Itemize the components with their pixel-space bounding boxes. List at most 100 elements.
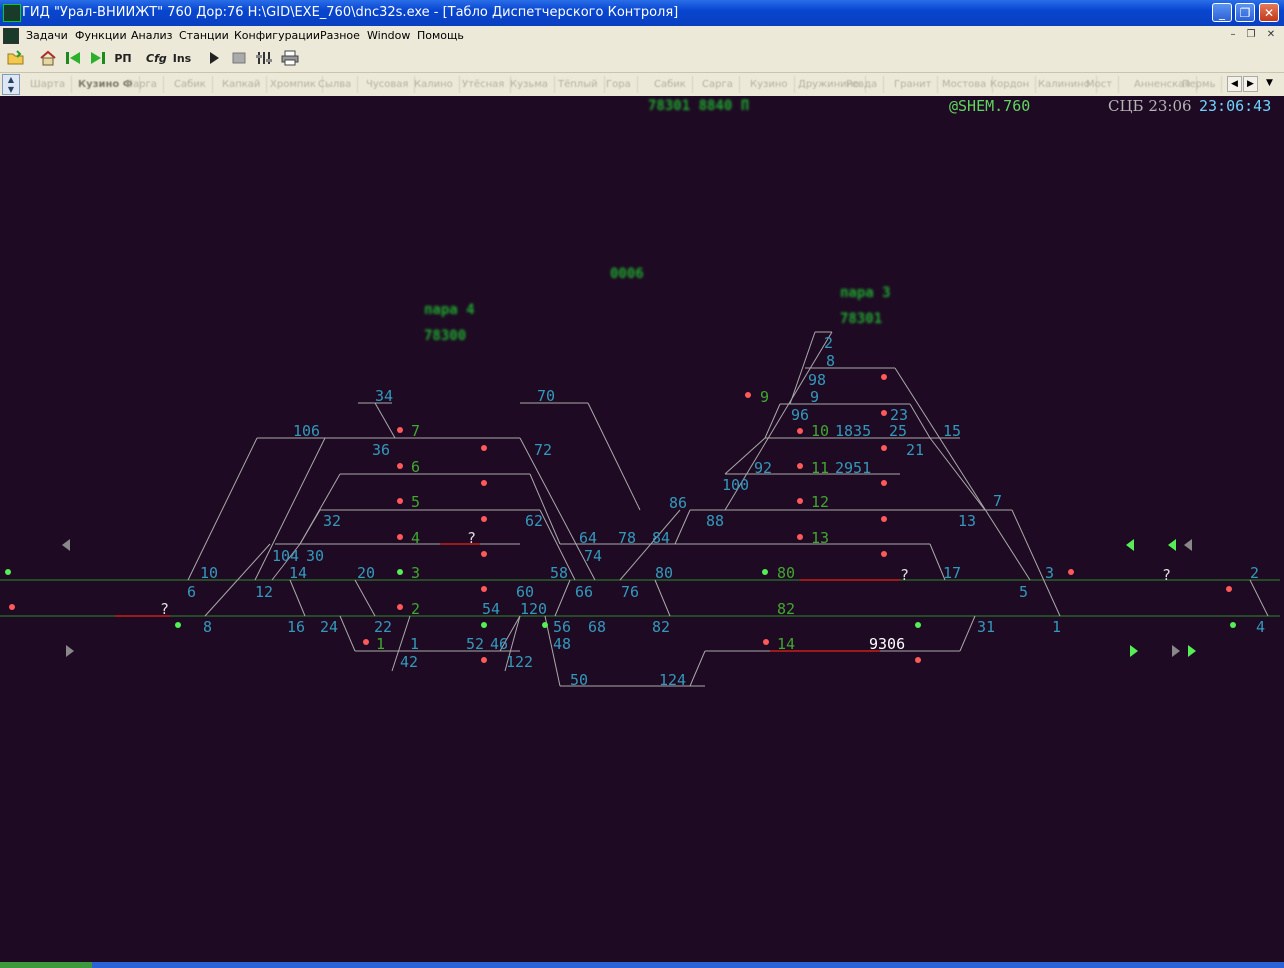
- arrow-right-icon[interactable]: [1188, 645, 1196, 657]
- signal-red-icon[interactable]: [915, 657, 921, 663]
- station-tab[interactable]: Ревда: [840, 76, 885, 93]
- signal-red-icon[interactable]: [481, 480, 487, 486]
- arrow-left-icon[interactable]: [62, 539, 70, 551]
- signal-red-icon[interactable]: [881, 445, 887, 451]
- arrow-right-icon[interactable]: [66, 645, 74, 657]
- signal-green-icon[interactable]: [397, 569, 403, 575]
- signal-green-icon[interactable]: [5, 569, 11, 575]
- menu-misc[interactable]: Разное: [320, 29, 360, 42]
- stop-icon[interactable]: [229, 50, 249, 68]
- station-tab[interactable]: Калино: [408, 76, 460, 93]
- signal-green-icon[interactable]: [762, 569, 768, 575]
- folder-open-icon[interactable]: [6, 50, 26, 68]
- tools-icon[interactable]: [254, 50, 274, 68]
- arrow-left-icon[interactable]: [1126, 539, 1134, 551]
- station-tab[interactable]: Гранит: [888, 76, 939, 93]
- skip-forward-icon[interactable]: [88, 50, 108, 68]
- station-tab[interactable]: Сарга: [696, 76, 740, 93]
- station-tab[interactable]: Сабик: [168, 76, 213, 93]
- close-button[interactable]: ✕: [1259, 3, 1279, 22]
- menu-configurations[interactable]: Конфигурации: [234, 29, 320, 42]
- signal-red-icon[interactable]: [797, 428, 803, 434]
- station-tab[interactable]: Сылва: [312, 76, 359, 93]
- signal-red-icon[interactable]: [481, 657, 487, 663]
- signal-red-icon[interactable]: [397, 534, 403, 540]
- switch-number: 76: [621, 583, 639, 601]
- signal-red-icon[interactable]: [881, 410, 887, 416]
- track-number: 10: [811, 422, 829, 440]
- signal-red-icon[interactable]: [881, 516, 887, 522]
- track-schema: 34 7010636 7232 62104 30647478 84868810092969…: [0, 331, 1280, 689]
- start-button[interactable]: [0, 962, 92, 968]
- signal-red-icon[interactable]: [745, 392, 751, 398]
- tabs-prev-icon[interactable]: ◀: [1227, 76, 1242, 92]
- tabs-dropdown-icon[interactable]: ▼: [1262, 76, 1277, 92]
- menu-stations[interactable]: Станции: [179, 29, 229, 42]
- tab-scroll-updown-icon[interactable]: ▲ ▼: [2, 74, 20, 95]
- tabs-next-icon[interactable]: ▶: [1243, 76, 1258, 92]
- station-tab[interactable]: Пермь: [1176, 76, 1223, 93]
- switch-number: 13: [958, 512, 976, 530]
- signal-red-icon[interactable]: [397, 427, 403, 433]
- station-tab[interactable]: Мост: [1080, 76, 1120, 93]
- station-tab[interactable]: Тёплый: [552, 76, 605, 93]
- cfg-button[interactable]: Cfg: [146, 50, 167, 68]
- mdi-document-icon[interactable]: [3, 28, 19, 44]
- signal-green-icon[interactable]: [915, 622, 921, 628]
- print-icon[interactable]: [280, 50, 300, 68]
- signal-red-icon[interactable]: [397, 498, 403, 504]
- mdi-minimize-button[interactable]: –: [1226, 28, 1240, 42]
- signal-red-icon[interactable]: [481, 516, 487, 522]
- signal-red-icon[interactable]: [481, 586, 487, 592]
- signal-red-icon[interactable]: [763, 639, 769, 645]
- track-number: 13: [811, 529, 829, 547]
- rp-button[interactable]: РП: [113, 50, 133, 68]
- station-tab[interactable]: Гора: [600, 76, 638, 93]
- station-tab[interactable]: Сарга: [120, 76, 164, 93]
- mdi-restore-button[interactable]: ❐: [1244, 28, 1258, 42]
- station-tab[interactable]: Кузино: [744, 76, 795, 93]
- arrow-right-icon[interactable]: [1172, 645, 1180, 657]
- switch-number: 2: [824, 334, 833, 352]
- menu-window[interactable]: Window: [367, 29, 410, 42]
- signal-red-icon[interactable]: [797, 463, 803, 469]
- signal-red-icon[interactable]: [797, 534, 803, 540]
- menu-analysis[interactable]: Анализ: [131, 29, 173, 42]
- menu-tasks[interactable]: Задачи: [26, 29, 68, 42]
- signal-red-icon[interactable]: [797, 498, 803, 504]
- signal-red-icon[interactable]: [881, 374, 887, 380]
- signal-red-icon[interactable]: [363, 639, 369, 645]
- station-tab[interactable]: Кордон: [984, 76, 1037, 93]
- menu-functions[interactable]: Функции: [75, 29, 127, 42]
- arrow-left-icon[interactable]: [1184, 539, 1192, 551]
- signal-red-icon[interactable]: [397, 604, 403, 610]
- arrow-left-icon[interactable]: [1168, 539, 1176, 551]
- skip-back-icon[interactable]: [63, 50, 83, 68]
- signal-red-icon[interactable]: [481, 551, 487, 557]
- mdi-close-button[interactable]: ✕: [1264, 28, 1278, 42]
- station-tab[interactable]: Шарта: [24, 76, 73, 93]
- signal-red-icon[interactable]: [481, 445, 487, 451]
- signal-green-icon[interactable]: [481, 622, 487, 628]
- track-number: 14: [777, 635, 795, 653]
- home-icon[interactable]: [38, 50, 58, 68]
- signal-red-icon[interactable]: [881, 480, 887, 486]
- signal-red-icon[interactable]: [397, 463, 403, 469]
- maximize-button[interactable]: ❐: [1235, 3, 1255, 22]
- arrow-right-icon[interactable]: [1130, 645, 1138, 657]
- menu-help[interactable]: Помощь: [417, 29, 464, 42]
- play-icon[interactable]: [204, 50, 224, 68]
- signal-red-icon[interactable]: [1068, 569, 1074, 575]
- signal-green-icon[interactable]: [1230, 622, 1236, 628]
- station-tab[interactable]: Кузьма: [504, 76, 555, 93]
- station-tab[interactable]: Утёсная: [456, 76, 512, 93]
- signal-green-icon[interactable]: [175, 622, 181, 628]
- station-tab[interactable]: Капкай: [216, 76, 268, 93]
- station-tab[interactable]: Сабик: [648, 76, 693, 93]
- signal-green-icon[interactable]: [542, 622, 548, 628]
- ins-button[interactable]: Ins: [172, 50, 192, 68]
- signal-red-icon[interactable]: [9, 604, 15, 610]
- signal-red-icon[interactable]: [1226, 586, 1232, 592]
- signal-red-icon[interactable]: [881, 551, 887, 557]
- minimize-button[interactable]: _: [1212, 3, 1232, 22]
